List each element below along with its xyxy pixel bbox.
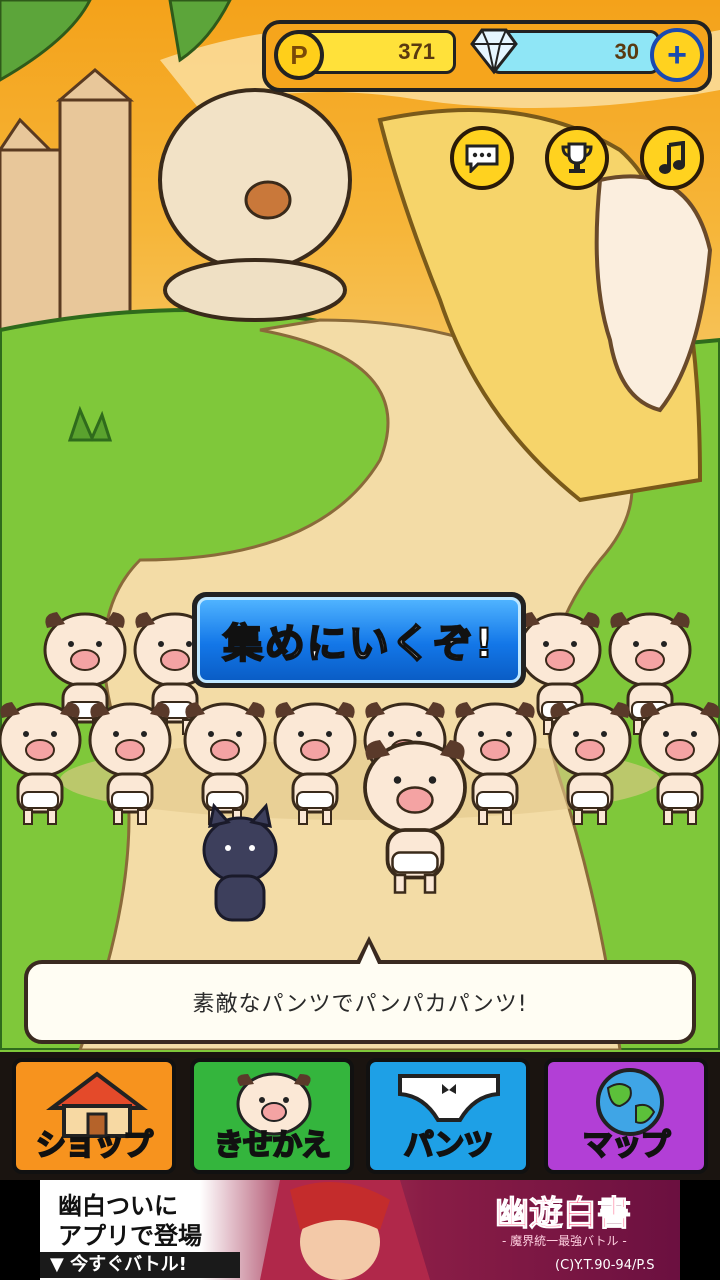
go-collect-label: 集めにいくぞ! bbox=[222, 620, 496, 668]
ad-banner[interactable]: 幽白ついに アプリで登場 ▼ 今すぐバトル! 幽遊白書 - 魔界統一最強バトル … bbox=[0, 1180, 720, 1280]
go-collect-button-face[interactable]: 集めにいくぞ! bbox=[197, 597, 521, 683]
nav-shop-button[interactable]: ショップ bbox=[12, 1058, 176, 1174]
chat-button[interactable] bbox=[450, 126, 514, 190]
game-scene: 371 P 30 + 集めにいくぞ! 素敵なパンツでパンパカパンツ! bbox=[0, 0, 720, 1050]
nav-shop-label: ショップ bbox=[35, 1127, 154, 1164]
ad-copyright: (C)Y.T.90-94/P.S bbox=[555, 1258, 655, 1273]
ad-subtitle: - 魔界統一最強バトル - bbox=[502, 1234, 627, 1248]
points-value: 371 bbox=[398, 39, 435, 64]
nav-dressup-label: きせかえ bbox=[213, 1127, 332, 1164]
dialog-bubble[interactable]: 素敵なパンツでパンパカパンツ! bbox=[24, 960, 696, 1044]
trophy-icon bbox=[561, 142, 593, 173]
nav-pants-button[interactable]: パンツ bbox=[366, 1058, 530, 1174]
add-gems-button[interactable]: + bbox=[650, 28, 704, 82]
diamond-icon bbox=[470, 28, 518, 75]
trophy-button[interactable] bbox=[545, 126, 609, 190]
ad-line3: ▼ 今すぐバトル! bbox=[40, 1252, 240, 1278]
ad-banner-content[interactable]: 幽白ついに アプリで登場 ▼ 今すぐバトル! 幽遊白書 - 魔界統一最強バトル … bbox=[40, 1180, 680, 1280]
p-coin-icon: P bbox=[274, 30, 324, 80]
go-collect-button[interactable]: 集めにいくぞ! bbox=[192, 592, 526, 688]
bottom-nav: ショップ きせかえ パンツ マップ bbox=[0, 1052, 720, 1180]
dialog-text: 素敵なパンツでパンパカパンツ! bbox=[192, 992, 528, 1017]
music-note-icon bbox=[659, 141, 685, 174]
chat-bubble-icon bbox=[465, 144, 499, 173]
dialog-tail-inner bbox=[359, 944, 379, 966]
nav-map-label: マップ bbox=[582, 1127, 672, 1164]
nav-dressup-button[interactable]: きせかえ bbox=[190, 1058, 354, 1174]
music-button[interactable] bbox=[640, 126, 704, 190]
underpants-icon bbox=[398, 1074, 500, 1122]
gems-value: 30 bbox=[614, 39, 639, 64]
plus-icon: + bbox=[667, 35, 687, 74]
ad-line2: アプリで登場 bbox=[58, 1222, 202, 1250]
ad-character-art bbox=[260, 1180, 430, 1280]
nav-map-button[interactable]: マップ bbox=[544, 1058, 708, 1174]
nav-pants-label: パンツ bbox=[403, 1127, 495, 1164]
ad-logo: 幽遊白書 bbox=[495, 1194, 632, 1235]
